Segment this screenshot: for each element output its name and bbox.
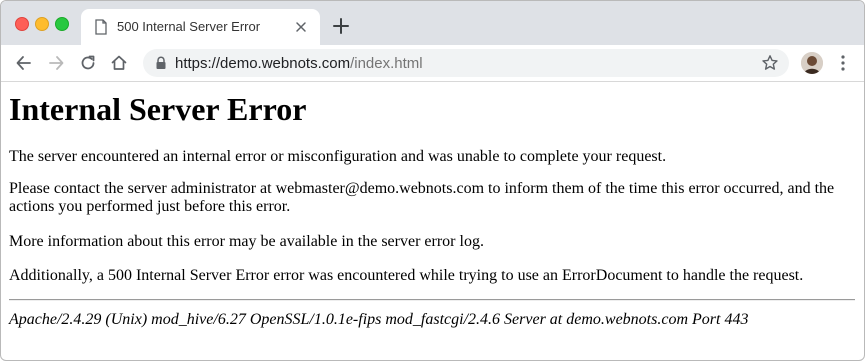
home-icon[interactable] <box>109 53 129 73</box>
log-message: More information about this error may be… <box>9 233 484 250</box>
page-content: Internal Server Error The server encount… <box>1 82 864 360</box>
error-message: The server encountered an internal error… <box>9 148 667 165</box>
star-icon[interactable] <box>761 54 779 72</box>
back-arrow-icon[interactable] <box>14 53 34 73</box>
page-icon <box>95 19 107 35</box>
tab-title: 500 Internal Server Error <box>117 19 261 34</box>
tab-active[interactable]: 500 Internal Server Error <box>81 9 320 45</box>
divider <box>9 299 855 301</box>
toolbar: https://demo.webnots.com/index.html <box>1 45 864 82</box>
minimize-window-icon[interactable] <box>35 17 49 31</box>
avatar[interactable] <box>801 52 823 74</box>
contact-message: Please contact the server administrator … <box>9 180 835 215</box>
forward-arrow-icon[interactable] <box>46 53 66 73</box>
kebab-menu-icon[interactable] <box>837 53 849 73</box>
close-window-icon[interactable] <box>15 17 29 31</box>
profile-picture <box>801 52 823 74</box>
close-icon[interactable] <box>294 20 308 34</box>
browser-window: 500 Internal Server Error https://demo.w… <box>0 0 865 361</box>
url-text[interactable]: https://demo.webnots.com/index.html <box>175 55 423 72</box>
address-bar[interactable]: https://demo.webnots.com/index.html <box>143 49 789 77</box>
url-path: /index.html <box>350 55 423 72</box>
server-signature: Apache/2.4.29 (Unix) mod_hive/6.27 OpenS… <box>9 311 749 328</box>
maximize-window-icon[interactable] <box>55 17 69 31</box>
plus-icon[interactable] <box>331 16 351 36</box>
lock-icon[interactable] <box>155 56 167 70</box>
page-title: Internal Server Error <box>9 91 307 127</box>
url-host: https://demo.webnots.com <box>175 55 351 72</box>
title-bar: 500 Internal Server Error <box>1 1 864 45</box>
errordocument-message: Additionally, a 500 Internal Server Erro… <box>9 267 804 284</box>
reload-icon[interactable] <box>78 53 98 73</box>
